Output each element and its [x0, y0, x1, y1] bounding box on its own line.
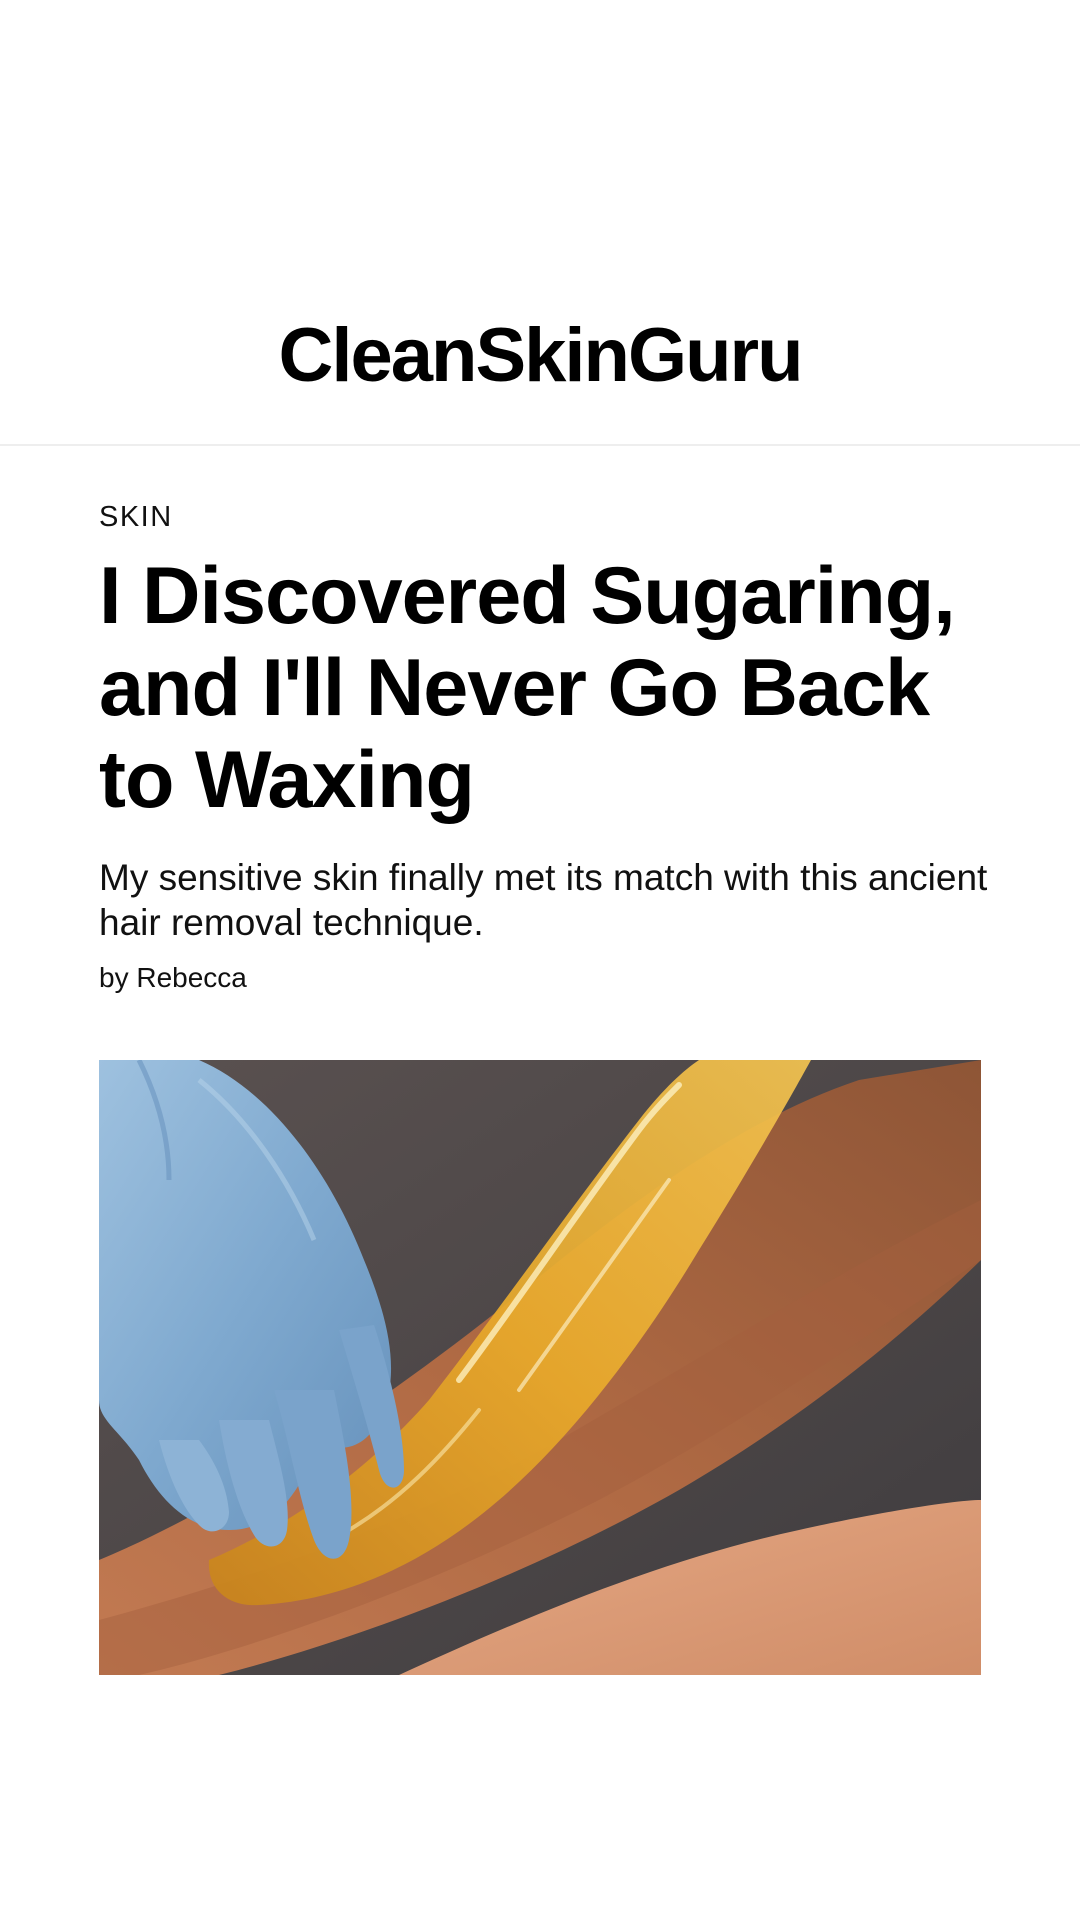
category-link[interactable]: SKIN	[99, 497, 173, 537]
site-logo[interactable]: CleanSkinGuru	[0, 308, 1080, 404]
hero-illustration	[99, 1060, 981, 1675]
author-link[interactable]: Rebecca	[136, 962, 247, 993]
hero-image	[99, 1060, 981, 1675]
article-headline: I Discovered Sugaring, and I'll Never Go…	[99, 551, 956, 825]
site-header: CleanSkinGuru	[0, 0, 1080, 446]
byline: by Rebecca	[99, 960, 247, 996]
byline-prefix: by	[99, 962, 137, 993]
article-dek: My sensitive skin finally met its match …	[99, 857, 988, 943]
